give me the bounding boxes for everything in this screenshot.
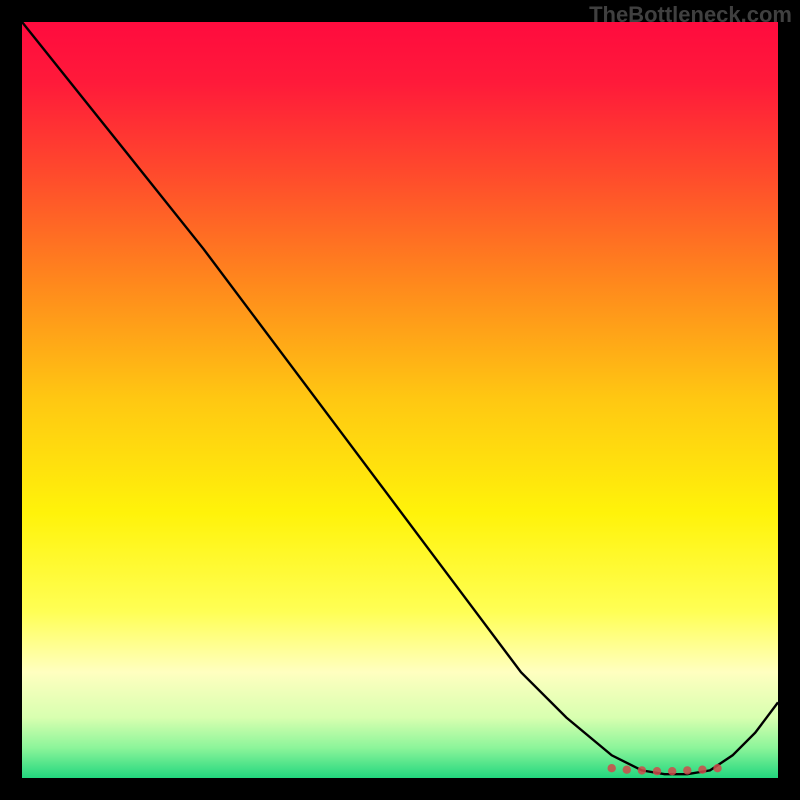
plot-background [22, 22, 778, 778]
chart-container: TheBottleneck.com [0, 0, 800, 800]
watermark-text: TheBottleneck.com [589, 2, 792, 28]
